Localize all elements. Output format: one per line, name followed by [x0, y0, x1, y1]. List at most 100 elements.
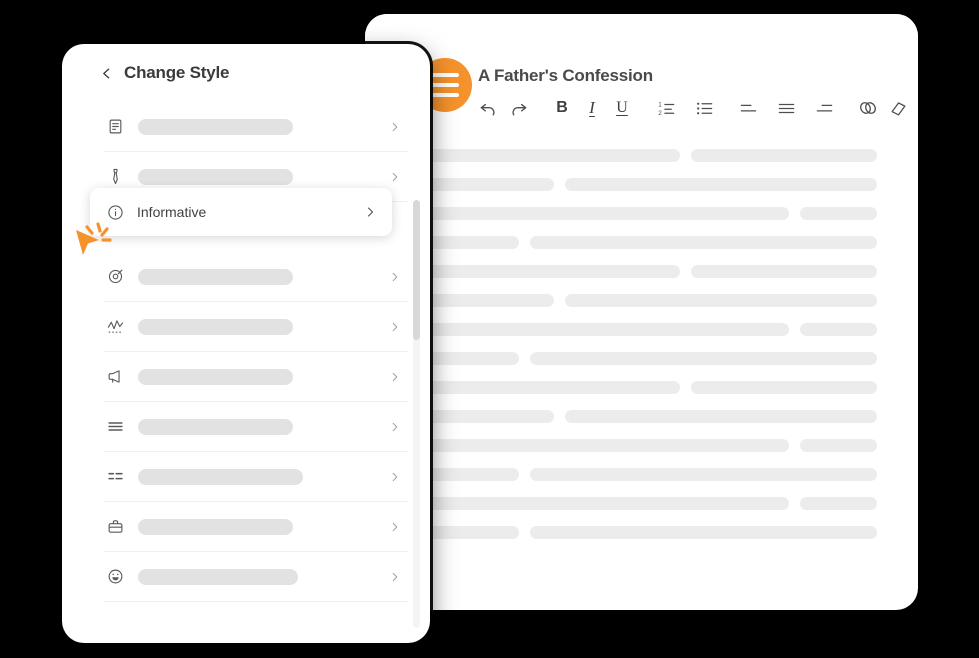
lines-icon — [104, 416, 126, 438]
document-placeholder-segment — [800, 323, 877, 336]
svg-text:2: 2 — [658, 109, 662, 116]
italic-label: I — [589, 98, 595, 117]
document-editor-window: A Father's Confession B I U 1 2 — [365, 14, 918, 610]
underline-icon[interactable]: U — [611, 94, 633, 122]
document-placeholder-line — [406, 178, 877, 191]
document-placeholder-line — [406, 149, 877, 162]
page-title: A Father's Confession — [478, 66, 653, 85]
align-right-icon[interactable] — [813, 94, 835, 122]
document-placeholder-segment — [691, 381, 877, 394]
chevron-right-icon — [389, 319, 400, 334]
document-placeholder-line — [406, 294, 877, 307]
style-option-row[interactable] — [104, 102, 408, 152]
document-placeholder-segment — [800, 207, 877, 220]
document-placeholder-segment — [406, 381, 680, 394]
style-option-row[interactable] — [104, 402, 408, 452]
bulleted-list-icon[interactable] — [693, 94, 715, 122]
document-placeholder-segment — [565, 294, 877, 307]
bold-label: B — [556, 99, 568, 116]
document-placeholder-segment — [800, 439, 877, 452]
target-icon — [104, 266, 126, 288]
align-center-icon[interactable] — [775, 94, 797, 122]
chart-activity-icon — [104, 316, 126, 338]
document-header: A Father's Confession B I U 1 2 — [365, 14, 918, 132]
svg-text:1: 1 — [658, 101, 662, 108]
document-placeholder-segment — [800, 497, 877, 510]
document-placeholder-segment — [530, 526, 877, 539]
link-icon[interactable] — [857, 94, 879, 122]
document-placeholder-line — [406, 526, 877, 539]
formatting-toolbar: B I U 1 2 — [477, 94, 909, 122]
italic-icon[interactable]: I — [581, 94, 603, 122]
document-placeholder-segment — [530, 468, 877, 481]
document-placeholder-segment — [406, 265, 680, 278]
chevron-right-icon — [389, 469, 400, 484]
smiley-icon — [104, 566, 126, 588]
style-option-label-placeholder — [138, 418, 293, 435]
document-placeholder-line — [406, 207, 877, 220]
screenshot-stage: A Father's Confession B I U 1 2 Change S… — [0, 0, 979, 658]
style-option-row[interactable] — [104, 552, 408, 602]
style-option-label-placeholder — [138, 318, 293, 335]
numbered-list-icon[interactable]: 1 2 — [655, 94, 677, 122]
style-option-label-placeholder — [138, 118, 293, 135]
undo-icon[interactable] — [477, 94, 499, 122]
document-placeholder-segment — [406, 497, 789, 510]
megaphone-icon — [104, 366, 126, 388]
bold-icon[interactable]: B — [551, 94, 573, 122]
style-option-row[interactable] — [104, 452, 408, 502]
document-placeholder-segment — [565, 178, 877, 191]
document-placeholder-line — [406, 236, 877, 249]
style-option-label-placeholder — [138, 368, 293, 385]
document-placeholder-segment — [691, 265, 877, 278]
briefcase-icon — [104, 516, 126, 538]
document-placeholder-segment — [406, 207, 789, 220]
chevron-left-icon[interactable] — [100, 65, 113, 82]
style-option-label: Informative — [137, 204, 207, 220]
panel-header: Change Style — [62, 44, 430, 102]
document-icon — [104, 116, 126, 138]
style-option-informative[interactable]: Informative — [90, 188, 392, 236]
document-placeholder-line — [406, 352, 877, 365]
chevron-right-icon — [389, 419, 400, 434]
document-placeholder-segment — [406, 439, 789, 452]
align-left-icon[interactable] — [737, 94, 759, 122]
document-placeholder-segment — [530, 236, 877, 249]
document-body-placeholder — [365, 132, 918, 610]
style-option-label-placeholder — [138, 518, 293, 535]
style-option-label-placeholder — [138, 468, 303, 485]
list-blocks-icon — [104, 466, 126, 488]
document-placeholder-segment — [691, 149, 877, 162]
style-option-row[interactable] — [104, 352, 408, 402]
vertical-scrollbar-track[interactable] — [413, 200, 420, 628]
chevron-right-icon — [389, 519, 400, 534]
document-placeholder-line — [406, 410, 877, 423]
tie-icon — [104, 166, 126, 188]
panel-title: Change Style — [124, 63, 230, 82]
style-option-row[interactable] — [104, 302, 408, 352]
style-option-label-placeholder — [138, 168, 293, 185]
style-option-label-placeholder — [138, 568, 298, 585]
document-placeholder-segment — [406, 323, 789, 336]
chevron-right-icon — [389, 569, 400, 584]
style-option-row[interactable] — [104, 502, 408, 552]
style-option-list — [62, 102, 430, 643]
chevron-right-icon — [389, 369, 400, 384]
document-placeholder-line — [406, 439, 877, 452]
document-placeholder-line — [406, 265, 877, 278]
eraser-icon[interactable] — [887, 94, 909, 122]
document-placeholder-line — [406, 323, 877, 336]
vertical-scrollbar-thumb[interactable] — [413, 200, 420, 340]
chevron-right-icon — [364, 204, 376, 220]
document-placeholder-segment — [565, 410, 877, 423]
document-placeholder-line — [406, 381, 877, 394]
redo-icon[interactable] — [507, 94, 529, 122]
underline-label: U — [616, 99, 628, 116]
info-circle-icon — [104, 201, 126, 223]
document-placeholder-line — [406, 497, 877, 510]
style-option-label-placeholder — [138, 268, 293, 285]
change-style-panel: Change Style Informative — [62, 44, 430, 643]
style-option-row[interactable] — [104, 252, 408, 302]
document-placeholder-segment — [530, 352, 877, 365]
chevron-right-icon — [389, 269, 400, 284]
